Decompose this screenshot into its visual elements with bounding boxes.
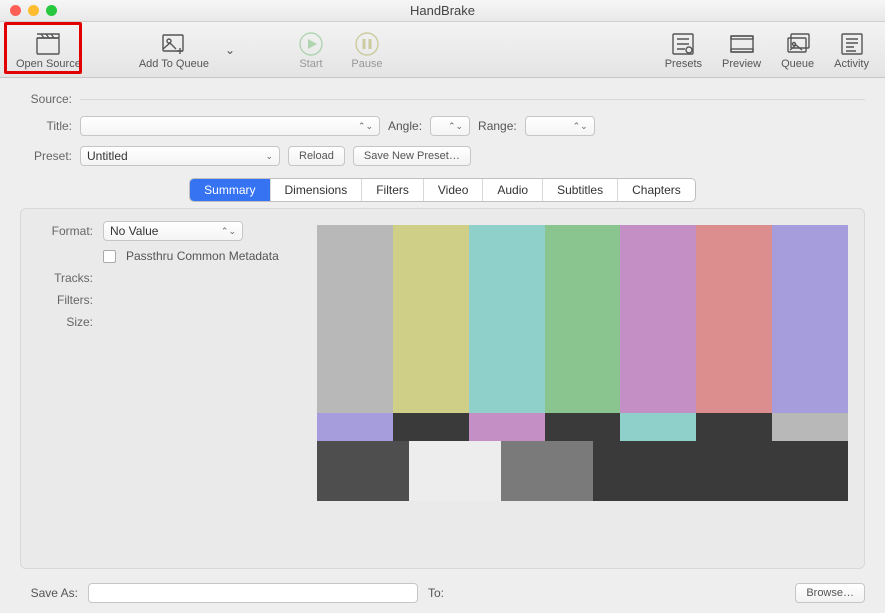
preset-select[interactable]: Untitled⌄ — [80, 146, 280, 166]
close-window-button[interactable] — [10, 5, 21, 16]
window-title: HandBrake — [0, 3, 885, 18]
preview-button[interactable]: Preview — [714, 24, 769, 76]
preset-label: Preset: — [20, 149, 72, 163]
angle-select[interactable]: ⌃⌄ — [430, 116, 470, 136]
pause-icon — [353, 30, 381, 58]
to-label: To: — [428, 586, 444, 600]
title-select[interactable]: ⌃⌄ — [80, 116, 380, 136]
video-preview — [317, 225, 848, 556]
clapperboard-icon — [34, 30, 62, 58]
tab-video[interactable]: Video — [424, 179, 483, 201]
summary-panel: Format: No Value⌃⌄ Passthru Common Metad… — [20, 208, 865, 569]
toolbar: Open Source Add To Queue ⌄ Start Pause — [0, 22, 885, 78]
stack-icon — [784, 30, 812, 58]
queue-dropdown-chevron-icon[interactable]: ⌄ — [225, 24, 239, 76]
title-label: Title: — [20, 119, 72, 133]
format-select[interactable]: No Value⌃⌄ — [103, 221, 243, 241]
tab-chapters[interactable]: Chapters — [618, 179, 695, 201]
tab-summary[interactable]: Summary — [190, 179, 270, 201]
add-image-icon — [160, 30, 188, 58]
range-label: Range: — [478, 119, 517, 133]
save-as-input[interactable] — [88, 583, 418, 603]
zoom-window-button[interactable] — [46, 5, 57, 16]
angle-label: Angle: — [388, 119, 422, 133]
save-as-label: Save As: — [20, 586, 78, 600]
tab-subtitles[interactable]: Subtitles — [543, 179, 618, 201]
film-icon — [728, 30, 756, 58]
reload-button[interactable]: Reload — [288, 146, 345, 166]
pause-button[interactable]: Pause — [343, 24, 391, 76]
minimize-window-button[interactable] — [28, 5, 39, 16]
format-label: Format: — [37, 224, 93, 238]
size-label: Size: — [37, 315, 93, 329]
tracks-label: Tracks: — [37, 271, 93, 285]
divider — [80, 99, 865, 100]
add-to-queue-button[interactable]: Add To Queue — [131, 24, 217, 76]
main-content: Source: Title: ⌃⌄ Angle: ⌃⌄ Range: ⌃⌄ Pr… — [0, 78, 885, 613]
tab-audio[interactable]: Audio — [483, 179, 543, 201]
filters-label: Filters: — [37, 293, 93, 307]
play-icon — [297, 30, 325, 58]
browse-button[interactable]: Browse… — [795, 583, 865, 603]
activity-button[interactable]: Activity — [826, 24, 877, 76]
start-button[interactable]: Start — [287, 24, 335, 76]
save-new-preset-button[interactable]: Save New Preset… — [353, 146, 471, 166]
tab-dimensions[interactable]: Dimensions — [271, 179, 363, 201]
range-select[interactable]: ⌃⌄ — [525, 116, 595, 136]
queue-button[interactable]: Queue — [773, 24, 822, 76]
titlebar: HandBrake — [0, 0, 885, 22]
source-label: Source: — [20, 92, 72, 106]
presets-icon — [669, 30, 697, 58]
log-icon — [838, 30, 866, 58]
tab-filters[interactable]: Filters — [362, 179, 424, 201]
passthru-label: Passthru Common Metadata — [126, 249, 279, 263]
open-source-button[interactable]: Open Source — [8, 24, 89, 76]
presets-button[interactable]: Presets — [657, 24, 710, 76]
passthru-checkbox[interactable] — [103, 250, 116, 263]
tab-bar: Summary Dimensions Filters Video Audio S… — [189, 178, 696, 202]
